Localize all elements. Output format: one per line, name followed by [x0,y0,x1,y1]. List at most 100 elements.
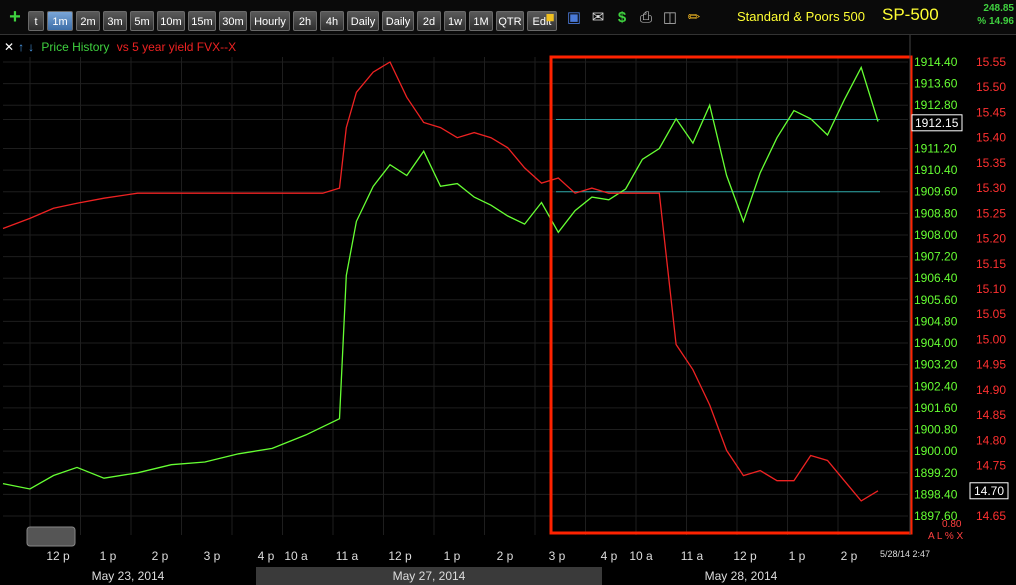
time-tick-label: 4 p [601,549,618,563]
price-tick-label: 1904.80 [914,314,958,328]
yield-tick-label: 15.25 [976,206,1006,220]
time-tick-label: 12 p [46,549,70,563]
time-tick-label: 2 p [841,549,858,563]
price-tick-label: 1912.80 [914,98,958,112]
arrow-down-icon[interactable]: ↓ [28,40,34,54]
price-tick-label: 1902.40 [914,379,958,393]
price-tick-label: 1899.20 [914,466,958,480]
time-tick-label: 3 p [204,549,221,563]
price-tick-label: 1903.20 [914,358,958,372]
lock-icon[interactable]: ■ [541,9,559,27]
yield-tick-label: 14.80 [976,433,1006,447]
price-tick-label: 1913.60 [914,77,958,91]
yield-tick-label: 15.15 [976,257,1006,271]
axis-corner-value: 0.80 [942,519,962,530]
timeframe-button-15m[interactable]: 15m [188,11,216,31]
price-tick-label: 1906.40 [914,271,958,285]
time-tick-label: 10 a [629,549,653,563]
time-tick-label: 1 p [789,549,806,563]
timeframe-button-2d[interactable]: 2d [417,11,441,31]
symbol-name: Standard & Poors 500 [737,9,865,24]
yield-tick-label: 15.40 [976,131,1006,145]
price-tick-label: 1908.80 [914,206,958,220]
timeframe-button-3m[interactable]: 3m [103,11,127,31]
price-tick-label: 1900.00 [914,444,958,458]
timeframe-button-2m[interactable]: 2m [76,11,100,31]
time-tick-label: 12 p [733,549,757,563]
time-tick-label: 2 p [497,549,514,563]
legend-primary: Price History [41,40,110,54]
timeframe-button-2h[interactable]: 2h [293,11,317,31]
price-tick-label: 1911.20 [914,141,957,155]
pencil-icon[interactable]: ✏ [685,9,703,27]
price-tick-label: 1910.40 [914,163,958,177]
price-tick-label: 1914.40 [914,55,958,69]
yield-tick-label: 15.00 [976,332,1006,346]
timeframe-button-hourly[interactable]: Hourly [250,11,290,31]
yield-tick-label: 15.20 [976,232,1006,246]
time-tick-label: 11 a [681,549,704,563]
toolbar: + t 1m 2m 3m 5m 10m 15m 30m Hourly 2h 4h Daily Daily… [0,0,1016,35]
yield-tick-label: 15.10 [976,282,1006,296]
close-legend-icon[interactable]: ✕ [4,40,14,54]
time-tick-label: 3 p [549,549,566,563]
yield-tick-label: 15.45 [976,105,1006,119]
time-tick-label: 1 p [100,549,117,563]
price-tick-label: 1907.20 [914,250,958,264]
timeframe-button-daily[interactable]: Daily [347,11,379,31]
timeframe-button-qtr[interactable]: QTR [496,11,524,31]
timeframe-button-10m[interactable]: 10m [157,11,185,31]
time-tick-label: 10 a [284,549,308,563]
yield-tick-label: 15.05 [976,307,1006,321]
price-chart[interactable]: 1914.40 1913.60 1912.80 1911.20 1910.40 1909.… [0,35,1016,585]
price-last-value: 1912.15 [915,116,959,130]
yield-tick-label: 14.75 [976,459,1006,473]
timeframe-button-1w[interactable]: 1w [444,11,466,31]
yield-tick-label: 15.35 [976,156,1006,170]
time-tick-label: 4 p [258,549,275,563]
timeframe-button-30m[interactable]: 30m [219,11,247,31]
save-icon[interactable]: ▣ [565,9,583,27]
yield-tick-label: 15.30 [976,181,1006,195]
yield-tick-label: 14.90 [976,383,1006,397]
time-tick-label: 1 p [444,549,461,563]
timeframe-button-5m[interactable]: 5m [130,11,154,31]
axis-corner-labels[interactable]: A L % X [928,531,964,542]
timeframe-button-t[interactable]: t [28,11,44,31]
add-icon[interactable]: + [6,7,24,27]
yield-tick-label: 15.50 [976,80,1006,94]
symbol-percent: % 14.96 [977,16,1014,27]
symbol-ticker: SP-500 [882,5,939,24]
yield-tick-label: 14.95 [976,358,1006,372]
time-tick-label: 2 p [152,549,169,563]
yield-tick-label: 14.85 [976,408,1006,422]
timeframe-button-1m[interactable]: 1M [469,11,493,31]
price-tick-label: 1905.60 [914,293,958,307]
price-tick-label: 1908.00 [914,228,958,242]
price-tick-label: 1901.60 [914,401,958,415]
time-tick-label: 12 p [388,549,412,563]
timeframe-button-daily[interactable]: Daily [382,11,414,31]
symbol-value: 248.85 [983,3,1014,14]
arrow-up-icon[interactable]: ↑ [18,40,24,54]
mail-icon[interactable]: ✉ [589,9,607,27]
yield-tick-label: 14.65 [976,509,1006,523]
timeframe-button-4h[interactable]: 4h [320,11,344,31]
scroll-handle[interactable] [26,526,76,547]
chart-background [0,35,1016,585]
date-label: May 27, 2014 [393,569,466,583]
time-tick-label: 11 a [336,549,359,563]
timeframe-button-1m[interactable]: 1m [47,11,73,31]
price-tick-label: 1904.00 [914,336,958,350]
yield-tick-label: 15.55 [976,55,1006,69]
date-label: May 28, 2014 [705,569,778,583]
price-tick-label: 1909.60 [914,185,958,199]
price-tick-label: 1898.40 [914,487,958,501]
dollar-icon[interactable]: $ [613,9,631,27]
legend: ✕ ↑ ↓ Price History vs 5 year yield FVX--X [4,40,240,54]
price-tick-label: 1900.80 [914,423,958,437]
window-icon[interactable]: ◫ [661,9,679,27]
chart-timestamp: 5/28/14 2:47 [880,549,930,559]
yield-last-value: 14.70 [974,484,1004,498]
print-icon[interactable]: ⎙ [637,9,655,27]
